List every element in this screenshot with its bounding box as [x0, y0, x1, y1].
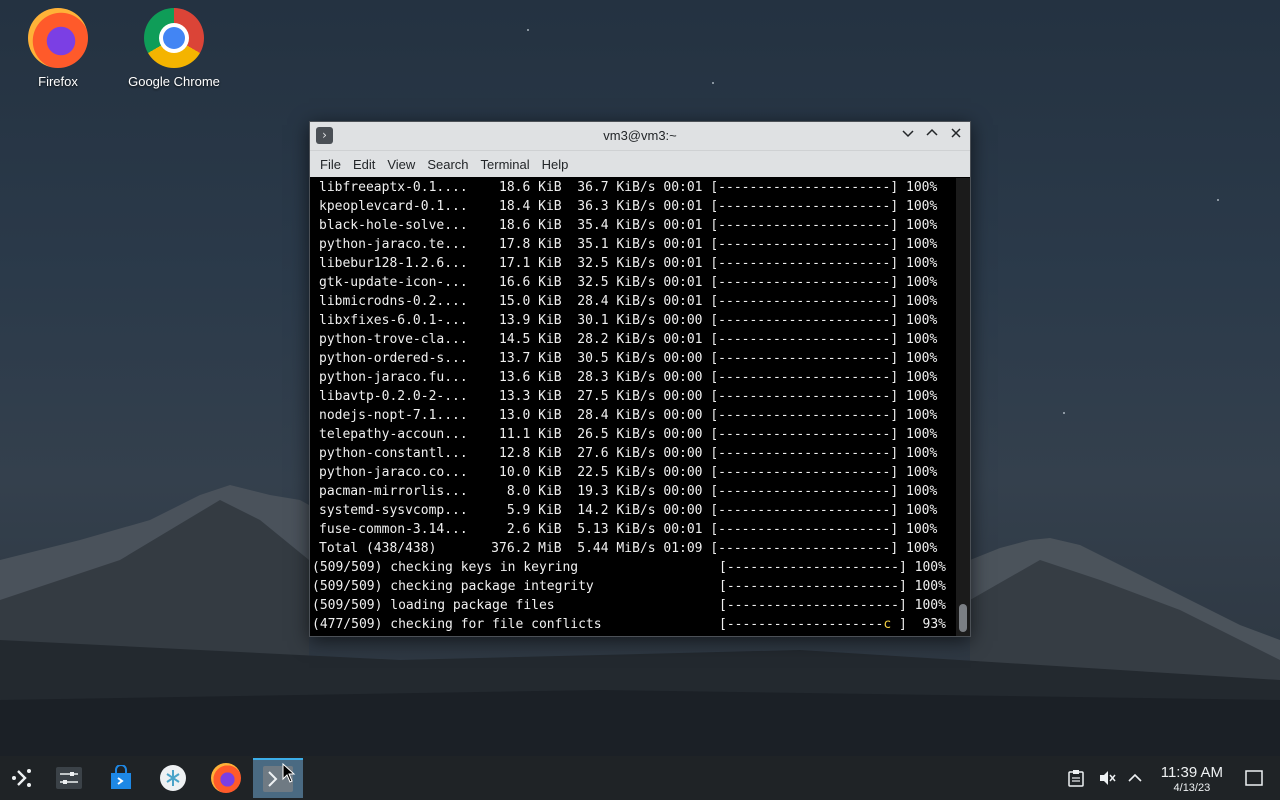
scrollbar-thumb[interactable] [959, 604, 967, 632]
terminal-line: systemd-sysvcomp... 5.9 KiB 14.2 KiB/s 0… [319, 503, 938, 518]
mouse-cursor-icon [282, 763, 296, 783]
menu-bar: File Edit View Search Terminal Help [310, 151, 970, 177]
taskbar-discover[interactable] [101, 760, 141, 796]
terminal-line: Total (438/438) 376.2 MiB 5.44 MiB/s 01:… [319, 541, 938, 556]
taskbar-system-settings[interactable] [49, 760, 89, 796]
terminal-line: pacman-mirrorlis... 8.0 KiB 19.3 KiB/s 0… [319, 484, 938, 499]
firefox-icon [211, 763, 241, 793]
terminal-line: kpeoplevcard-0.1... 18.4 KiB 36.3 KiB/s … [319, 199, 938, 214]
menu-file[interactable]: File [314, 157, 347, 172]
terminal-output[interactable]: libfreeaptx-0.1.... 18.6 KiB 36.7 KiB/s … [310, 178, 956, 636]
taskbar-firefox[interactable] [206, 760, 246, 796]
clock-date: 4/13/23 [1173, 782, 1211, 794]
clock-time: 11:39 AM [1160, 764, 1223, 781]
terminal-line: python-ordered-s... 13.7 KiB 30.5 KiB/s … [319, 351, 938, 366]
discover-store-icon [111, 765, 131, 789]
chevron-down-icon [902, 130, 914, 138]
close-button[interactable] [946, 126, 966, 146]
chevron-up-icon [1128, 773, 1142, 782]
terminal-line: libxfixes-6.0.1-... 13.9 KiB 30.1 KiB/s … [319, 313, 938, 328]
terminal-line: (509/509) loading package files [-------… [312, 598, 946, 613]
application-launcher-icon [12, 769, 31, 787]
taskbar-kde-connect[interactable] [153, 760, 193, 796]
show-desktop-button[interactable] [1234, 760, 1274, 796]
menu-help[interactable]: Help [536, 157, 575, 172]
terminal-line: fuse-common-3.14... 2.6 KiB 5.13 KiB/s 0… [319, 522, 938, 537]
terminal-line: libmicrodns-0.2.... 15.0 KiB 28.4 KiB/s … [319, 294, 938, 309]
kde-connect-icon [160, 765, 186, 791]
desktop-google-chrome[interactable]: Google Chrome [119, 0, 229, 89]
progress-percent: ] 93% [891, 617, 946, 632]
star [712, 82, 714, 84]
chevron-up-icon [926, 128, 938, 136]
terminal-line: libebur128-1.2.6... 17.1 KiB 32.5 KiB/s … [319, 256, 938, 271]
terminal-line: gtk-update-icon-... 16.6 KiB 32.5 KiB/s … [319, 275, 938, 290]
star [527, 29, 529, 31]
terminal-line: (509/509) checking package integrity [--… [312, 579, 946, 594]
terminal-window[interactable]: › vm3@vm3:~ File Edit View Search Termin… [309, 121, 971, 637]
terminal-line: libavtp-0.2.0-2-... 13.3 KiB 27.5 KiB/s … [319, 389, 938, 404]
clipboard-icon [1068, 770, 1084, 787]
tray-expand[interactable] [1115, 760, 1155, 796]
desktop-firefox[interactable]: Firefox [3, 0, 113, 89]
desktop-icon-label: Firefox [38, 74, 78, 89]
terminal-line: (509/509) checking keys in keyring [----… [312, 560, 946, 575]
terminal-line: python-jaraco.te... 17.8 KiB 35.1 KiB/s … [319, 237, 938, 252]
terminal-line: python-trove-cla... 14.5 KiB 28.2 KiB/s … [319, 332, 938, 347]
menu-search[interactable]: Search [421, 157, 474, 172]
window-titlebar[interactable]: › vm3@vm3:~ [310, 122, 970, 151]
progress-cursor: c [883, 617, 892, 632]
terminal-line: python-jaraco.fu... 13.6 KiB 28.3 KiB/s … [319, 370, 938, 385]
terminal-line: telepathy-accoun... 11.1 KiB 26.5 KiB/s … [319, 427, 938, 442]
chrome-icon [144, 8, 204, 68]
menu-view[interactable]: View [381, 157, 421, 172]
maximize-button[interactable] [922, 126, 942, 146]
star [1063, 412, 1065, 414]
minimize-button[interactable] [898, 126, 918, 146]
taskbar: 11:39 AM 4/13/23 [0, 756, 1280, 800]
system-settings-icon [56, 767, 82, 789]
menu-terminal[interactable]: Terminal [475, 157, 536, 172]
show-desktop-icon [1245, 770, 1263, 786]
star [1217, 199, 1219, 201]
firefox-icon [28, 8, 88, 68]
terminal-line: black-hole-solve... 18.6 KiB 35.4 KiB/s … [319, 218, 938, 233]
terminal-line: python-jaraco.co... 10.0 KiB 22.5 KiB/s … [319, 465, 938, 480]
application-launcher[interactable] [2, 760, 42, 796]
desktop-icon-label: Google Chrome [128, 74, 220, 89]
terminal-line: libfreeaptx-0.1.... 18.6 KiB 36.7 KiB/s … [319, 180, 938, 195]
scrollbar[interactable] [956, 178, 970, 636]
terminal-line: nodejs-nopt-7.1.... 13.0 KiB 28.4 KiB/s … [319, 408, 938, 423]
menu-edit[interactable]: Edit [347, 157, 381, 172]
close-icon [951, 128, 961, 138]
digital-clock[interactable]: 11:39 AM 4/13/23 [1161, 764, 1223, 794]
volume-muted-icon [1100, 771, 1116, 785]
window-title: vm3@vm3:~ [603, 128, 677, 143]
progress-text: (477/509) checking for file conflicts [-… [312, 617, 884, 632]
terminal-line-current: (477/509) checking for file conflicts [-… [310, 615, 956, 634]
terminal-line: python-constantl... 12.8 KiB 27.6 KiB/s … [319, 446, 938, 461]
